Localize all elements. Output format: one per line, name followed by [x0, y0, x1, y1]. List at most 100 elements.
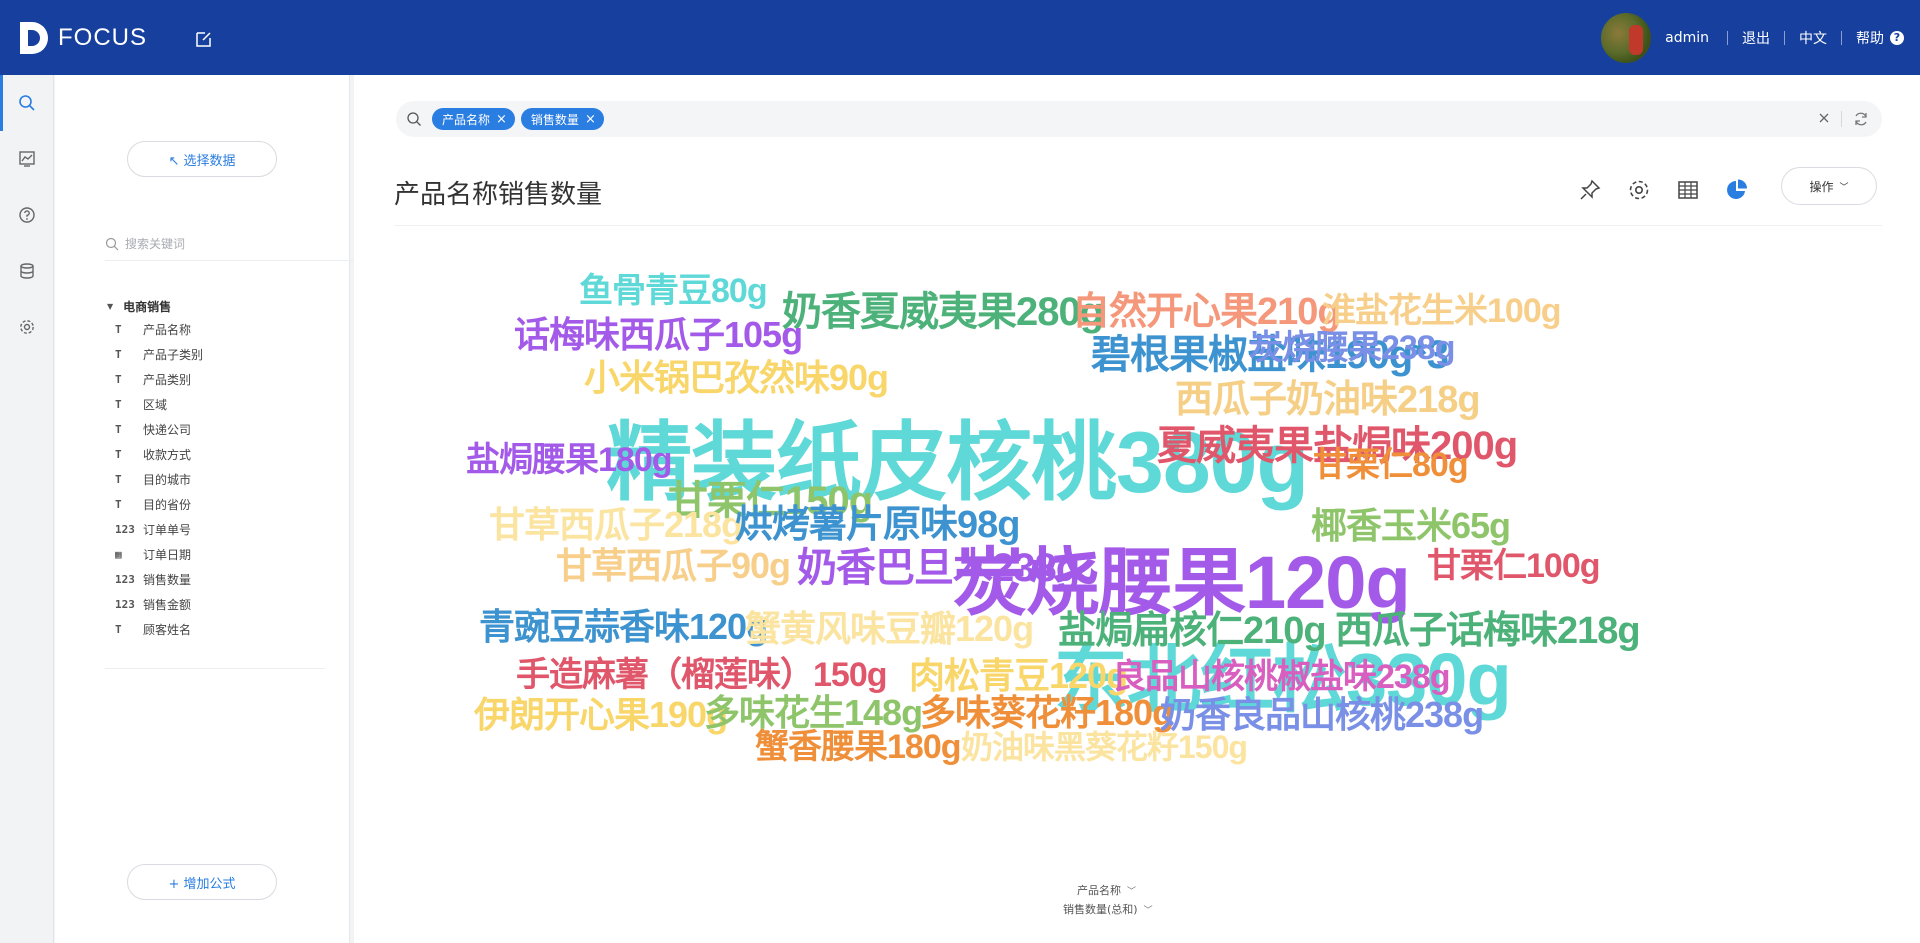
word-cloud-word[interactable]: 盐焗腰果180g: [466, 443, 672, 477]
word-cloud-word[interactable]: 烘烤薯片原味98g: [735, 506, 1020, 544]
field-item[interactable]: 123 订单单号: [105, 517, 325, 542]
tree-group[interactable]: ▼ 电商销售: [105, 295, 325, 317]
word-cloud-word[interactable]: 奶香巴旦木238g: [797, 548, 1080, 588]
search-chip-sales-quantity[interactable]: 销售数量 ×: [520, 108, 604, 130]
rail-search[interactable]: [0, 75, 54, 131]
search-chip-product-name[interactable]: 产品名称 ×: [432, 108, 515, 130]
divider: [1841, 111, 1842, 127]
clear-icon[interactable]: [1816, 110, 1832, 126]
gear-icon: [20, 320, 34, 334]
top-bar: FOCUS admin 退出 中文 帮助 ?: [0, 0, 1920, 75]
add-formula-button[interactable]: + 增加公式: [127, 864, 277, 900]
field-label: 收款方式: [143, 448, 192, 462]
text-type-icon: T: [115, 623, 122, 636]
page-title: 产品名称销售数量: [394, 180, 603, 210]
word-cloud-word[interactable]: 青豌豆蒜香味120g: [479, 609, 768, 645]
word-cloud-word[interactable]: 肉松青豆120g: [909, 658, 1128, 694]
avatar[interactable]: [1601, 13, 1652, 63]
word-cloud-word[interactable]: 盐焗扁核仁210g: [1058, 612, 1327, 650]
word-cloud-word[interactable]: 西瓜子话梅味218g: [1335, 612, 1641, 650]
keyword-search-placeholder: 搜索关键词: [125, 237, 186, 251]
word-cloud-word[interactable]: 西瓜子奶油味218g: [1175, 381, 1481, 419]
word-cloud-word[interactable]: 多味花生148g: [704, 695, 923, 731]
help-icon[interactable]: ?: [1890, 31, 1904, 45]
word-cloud-word[interactable]: 鱼骨青豆80g: [579, 274, 768, 308]
focus-logo-icon: [20, 22, 48, 54]
field-label: 产品类别: [143, 373, 192, 387]
field-label: 目的城市: [143, 473, 192, 487]
divider: [1841, 31, 1842, 45]
word-cloud-word[interactable]: 甘栗仁80g: [1313, 448, 1469, 482]
field-item[interactable]: T 产品子类别: [105, 342, 325, 367]
logout-link[interactable]: 退出: [1742, 28, 1770, 48]
word-cloud-word[interactable]: 蟹黄风味豆瓣120g: [745, 611, 1034, 647]
rail-help[interactable]: [0, 187, 54, 243]
word-cloud-word[interactable]: 炭烧腰果238g: [1249, 331, 1455, 365]
field-label: 订单单号: [143, 523, 192, 537]
field-item[interactable]: T 产品名称: [105, 317, 325, 342]
rail-data[interactable]: [0, 243, 54, 299]
word-cloud-word[interactable]: 良品山核桃椒盐味238g: [1112, 660, 1450, 694]
field-item[interactable]: 123 销售金额: [105, 592, 325, 617]
field-item[interactable]: T 快递公司: [105, 417, 325, 442]
text-type-icon: T: [115, 448, 122, 461]
search-icon: [407, 112, 421, 126]
text-type-icon: T: [115, 398, 122, 411]
dimension-selector[interactable]: 产品名称 ﹀: [1077, 882, 1136, 898]
settings-button[interactable]: [1626, 177, 1652, 203]
pie-chart-icon: [1727, 179, 1747, 199]
tree-group-label: 电商销售: [123, 299, 172, 314]
username[interactable]: admin: [1665, 30, 1709, 46]
text-type-icon: T: [115, 323, 122, 336]
help-link[interactable]: 帮助: [1856, 28, 1884, 48]
number-type-icon: 123: [115, 598, 135, 611]
pin-button[interactable]: [1577, 177, 1603, 203]
field-item[interactable]: T 顾客姓名: [105, 617, 325, 642]
language-switch[interactable]: 中文: [1799, 28, 1827, 48]
word-cloud-word[interactable]: 椰香玉米65g: [1311, 508, 1511, 544]
word-cloud-word[interactable]: 奶香良品山核桃238g: [1160, 697, 1484, 733]
field-item[interactable]: T 目的省份: [105, 492, 325, 517]
table-view-button[interactable]: [1675, 177, 1701, 203]
refresh-icon[interactable]: [1852, 110, 1870, 128]
main-area: 产品名称 × 销售数量 × 产品名称销售数量 操作 ﹀ 精装纸皮核桃380g 东北…: [354, 75, 1920, 943]
operations-dropdown[interactable]: 操作 ﹀: [1781, 167, 1877, 205]
field-item[interactable]: 123 销售数量: [105, 567, 325, 592]
measure-selector[interactable]: 销售数量(总和) ﹀: [1063, 901, 1153, 917]
word-cloud-word[interactable]: 蟹香腰果180g: [755, 730, 961, 764]
field-item[interactable]: T 产品类别: [105, 367, 325, 392]
search-bar[interactable]: 产品名称 × 销售数量 ×: [396, 101, 1882, 137]
number-type-icon: 123: [115, 573, 135, 586]
word-cloud-word[interactable]: 手造麻薯（榴莲味）150g: [516, 658, 887, 692]
word-cloud-word[interactable]: 甘草西瓜子218g: [489, 507, 743, 543]
chart-type-button[interactable]: [1724, 177, 1750, 203]
word-cloud-word[interactable]: 伊朗开心果190g: [474, 697, 728, 733]
word-cloud-word[interactable]: 甘草西瓜子90g: [556, 548, 791, 584]
word-cloud-word[interactable]: 淮盐花生米100g: [1322, 294, 1561, 328]
close-icon[interactable]: ×: [585, 112, 596, 127]
word-cloud-word[interactable]: 自然开心果210g: [1072, 293, 1341, 331]
keyword-search[interactable]: 搜索关键词: [105, 227, 375, 261]
field-item[interactable]: T 区域: [105, 392, 325, 417]
word-cloud-word[interactable]: 小米锅巴孜然味90g: [584, 360, 889, 396]
word-cloud-word[interactable]: 奶油味黑葵花籽150g: [961, 731, 1248, 763]
word-cloud-word[interactable]: 话梅味西瓜子105g: [514, 317, 803, 353]
chevron-down-icon: ﹀: [1143, 905, 1153, 916]
logo[interactable]: FOCUS: [18, 18, 147, 58]
edit-icon[interactable]: [194, 29, 214, 49]
field-label: 顾客姓名: [143, 623, 192, 637]
field-item[interactable]: ▦ 订单日期: [105, 542, 325, 567]
close-icon[interactable]: ×: [496, 112, 507, 127]
word-cloud-word[interactable]: 奶香夏威夷果280g: [782, 292, 1104, 332]
word-cloud-word[interactable]: 甘栗仁100g: [1427, 549, 1600, 583]
field-label: 目的省份: [143, 498, 192, 512]
field-item[interactable]: T 收款方式: [105, 442, 325, 467]
word-cloud-word[interactable]: 多味葵花籽180g: [920, 695, 1174, 731]
user-menu: admin 退出 中文 帮助 ?: [1601, 12, 1904, 64]
pin-icon: [1580, 179, 1601, 200]
select-data-button[interactable]: ↖ 选择数据: [127, 141, 277, 177]
field-item[interactable]: T 目的城市: [105, 467, 325, 492]
rail-settings[interactable]: [0, 299, 54, 355]
rail-dashboard[interactable]: [0, 131, 54, 187]
field-label: 销售金额: [143, 598, 192, 612]
